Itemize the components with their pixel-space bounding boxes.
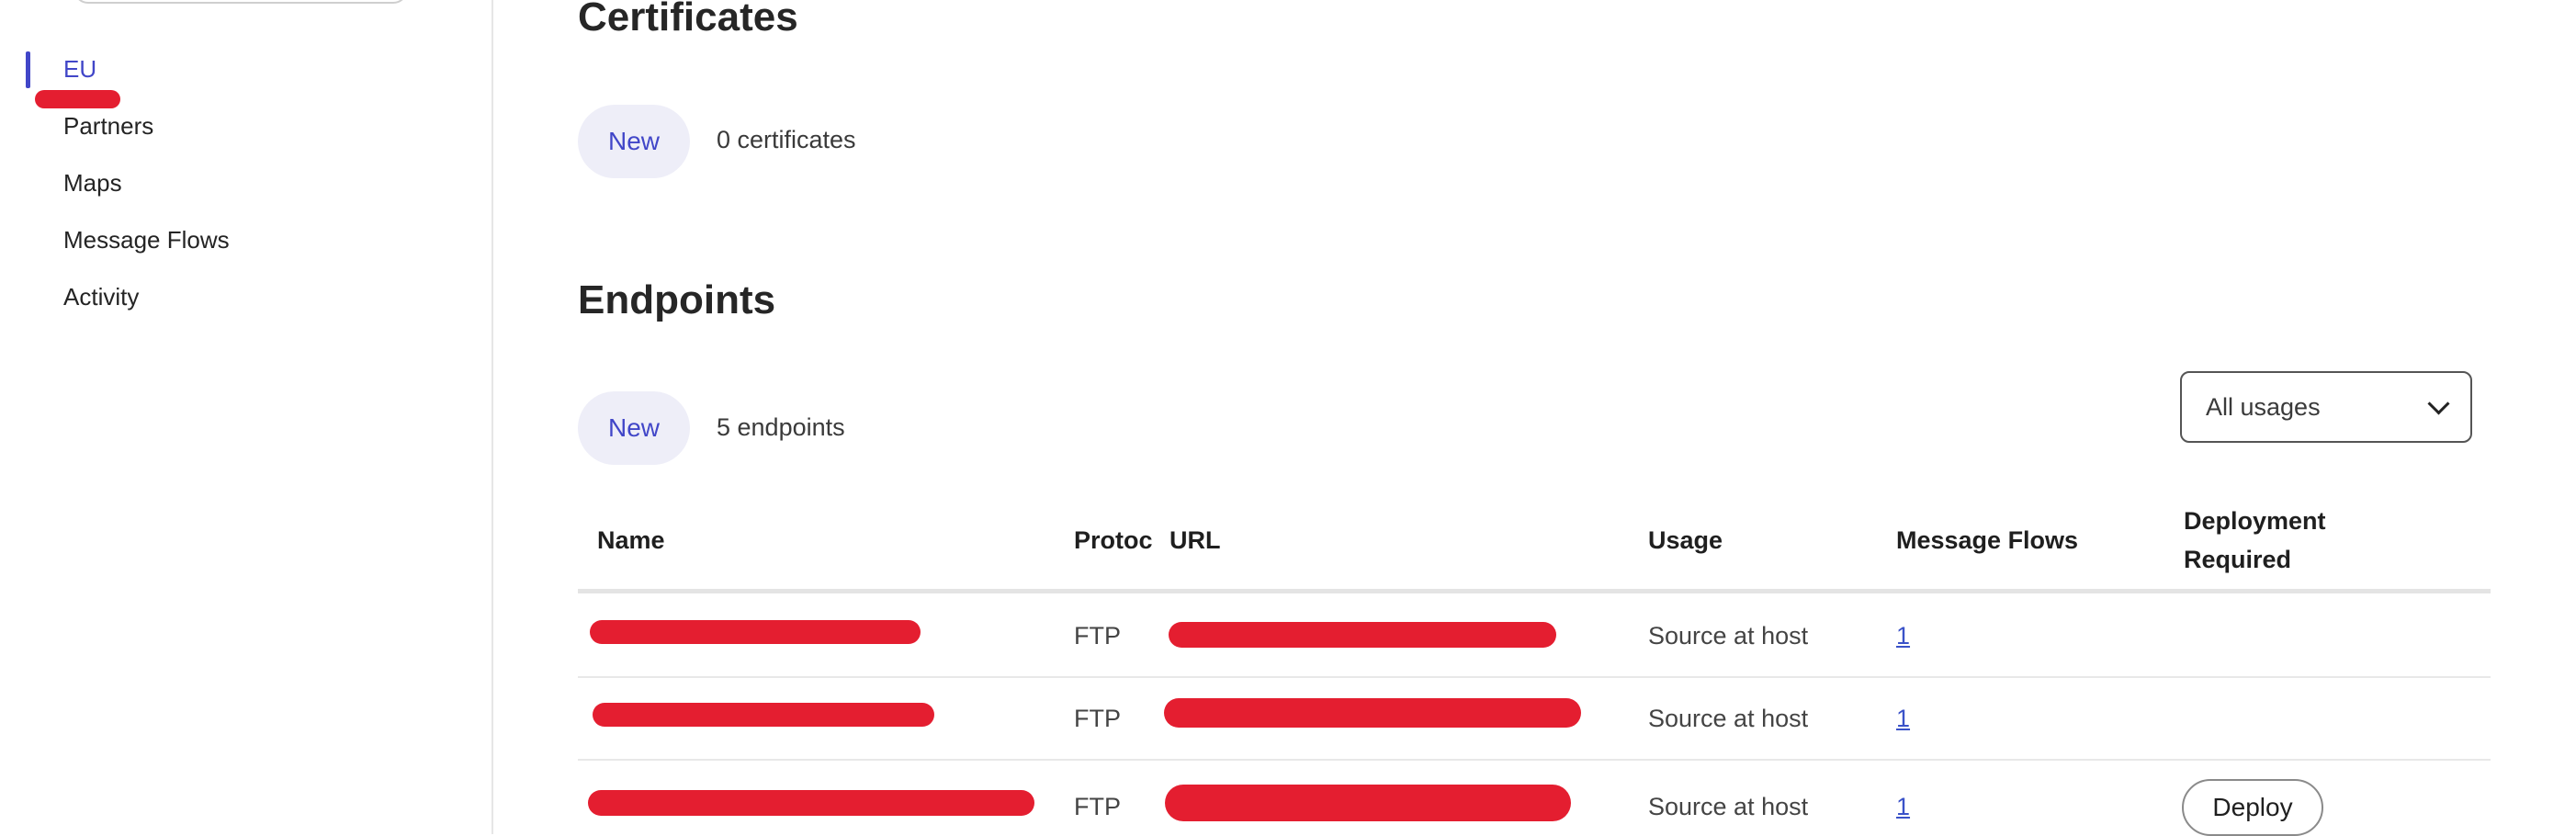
column-header-deployment-line2: Required [2184,546,2292,573]
active-indicator [26,51,30,88]
column-header-usage[interactable]: Usage [1648,521,1723,559]
row-message-flows-link[interactable]: 1 [1896,622,1910,650]
endpoint-name-link-redacted[interactable] [588,790,1034,816]
column-header-message-flows[interactable]: Message Flows [1896,521,2078,559]
deploy-button[interactable]: Deploy [2182,779,2323,836]
endpoints-heading: Endpoints [578,277,776,322]
sidebar-item-maps[interactable]: Maps [63,169,122,198]
row-protocol: FTP [1074,793,1121,820]
column-header-url[interactable]: URL [1169,521,1221,559]
certificates-count: 0 certificates [717,126,856,153]
endpoint-url-redacted [1169,622,1556,648]
table-header-divider [578,589,2491,593]
sidebar-item-eu[interactable]: EU [63,55,96,84]
row-usage: Source at host [1648,793,1809,820]
row-message-flows-link[interactable]: 1 [1896,793,1910,821]
sidebar: EU Partners Maps Message Flows Activity [0,0,493,834]
endpoints-count: 5 endpoints [717,413,845,441]
endpoint-name-link-redacted[interactable] [593,703,934,727]
column-header-name[interactable]: Name [597,521,665,559]
row-divider [578,759,2491,761]
usage-filter-select[interactable]: All usages [2180,371,2472,443]
column-header-protocol[interactable]: Protoc [1074,521,1157,559]
row-divider [578,676,2491,678]
row-usage: Source at host [1648,705,1809,732]
column-header-deployment-line1[interactable]: Deployment [2184,502,2326,540]
endpoint-url-redacted [1165,785,1571,821]
sidebar-search-box[interactable] [73,0,408,4]
row-protocol: FTP [1074,705,1121,732]
redaction-mark [35,90,120,108]
endpoint-name-link-redacted[interactable] [590,620,921,644]
usage-filter-value: All usages [2206,392,2321,421]
new-certificate-button[interactable]: New [578,105,690,178]
sidebar-item-activity[interactable]: Activity [63,283,139,311]
chevron-down-icon [2427,391,2450,415]
row-message-flows-link[interactable]: 1 [1896,705,1910,733]
row-usage: Source at host [1648,622,1809,650]
endpoint-url-redacted [1164,698,1581,728]
row-protocol: FTP [1074,622,1121,650]
new-endpoint-button[interactable]: New [578,391,690,465]
sidebar-item-partners[interactable]: Partners [63,112,153,141]
sidebar-item-message-flows[interactable]: Message Flows [63,226,230,254]
certificates-heading: Certificates [578,0,798,40]
